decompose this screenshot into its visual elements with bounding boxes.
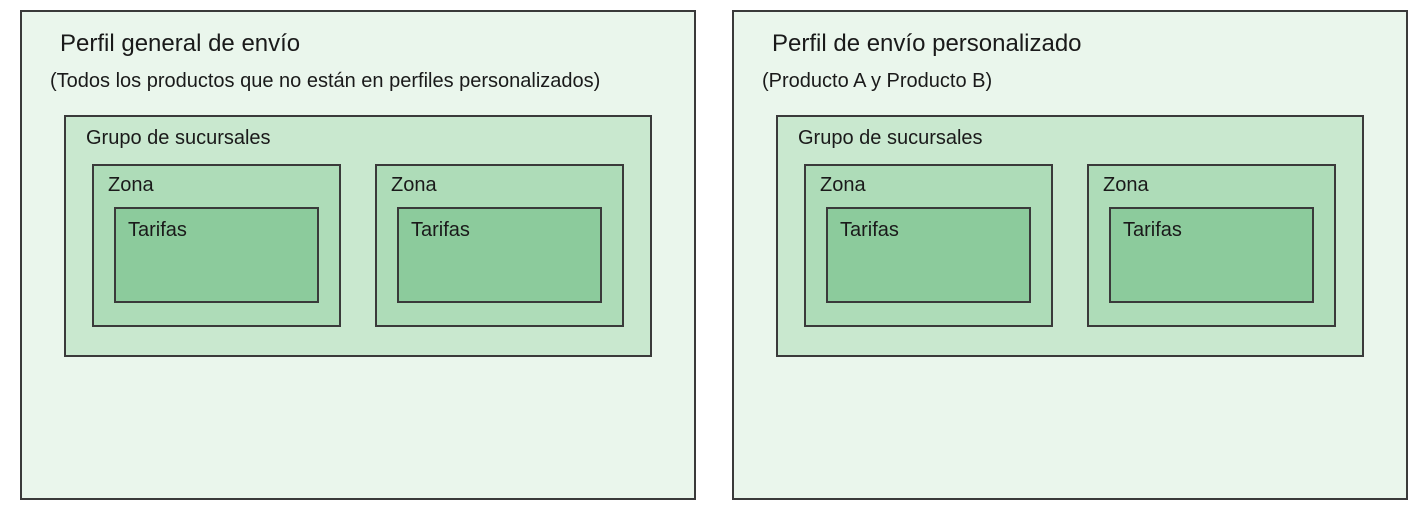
profile-general: Perfil general de envío (Todos los produ… (20, 10, 696, 500)
location-group-label: Grupo de sucursales (86, 127, 632, 150)
zones-row: Zona Tarifas Zona Tarifas (796, 164, 1344, 327)
profile-custom: Perfil de envío personalizado (Producto … (732, 10, 1408, 500)
zone-box: Zona Tarifas (804, 164, 1053, 327)
zone-box: Zona Tarifas (375, 164, 624, 327)
rates-label: Tarifas (840, 219, 1017, 242)
location-group-label: Grupo de sucursales (798, 127, 1344, 150)
zone-label: Zona (1103, 174, 1322, 197)
zone-box: Zona Tarifas (1087, 164, 1336, 327)
rates-box: Tarifas (397, 207, 602, 303)
location-group: Grupo de sucursales Zona Tarifas Zona Ta… (64, 115, 652, 357)
location-group: Grupo de sucursales Zona Tarifas Zona Ta… (776, 115, 1364, 357)
zones-row: Zona Tarifas Zona Tarifas (84, 164, 632, 327)
zone-label: Zona (820, 174, 1039, 197)
rates-label: Tarifas (1123, 219, 1300, 242)
rates-label: Tarifas (411, 219, 588, 242)
zone-label: Zona (108, 174, 327, 197)
rates-box: Tarifas (1109, 207, 1314, 303)
profile-title: Perfil general de envío (60, 30, 666, 58)
rates-box: Tarifas (114, 207, 319, 303)
rates-label: Tarifas (128, 219, 305, 242)
profile-subtitle: (Todos los productos que no están en per… (50, 70, 666, 93)
zone-label: Zona (391, 174, 610, 197)
profile-subtitle: (Producto A y Producto B) (762, 70, 1378, 93)
rates-box: Tarifas (826, 207, 1031, 303)
zone-box: Zona Tarifas (92, 164, 341, 327)
diagram-canvas: Perfil general de envío (Todos los produ… (0, 0, 1428, 510)
profile-title: Perfil de envío personalizado (772, 30, 1378, 58)
